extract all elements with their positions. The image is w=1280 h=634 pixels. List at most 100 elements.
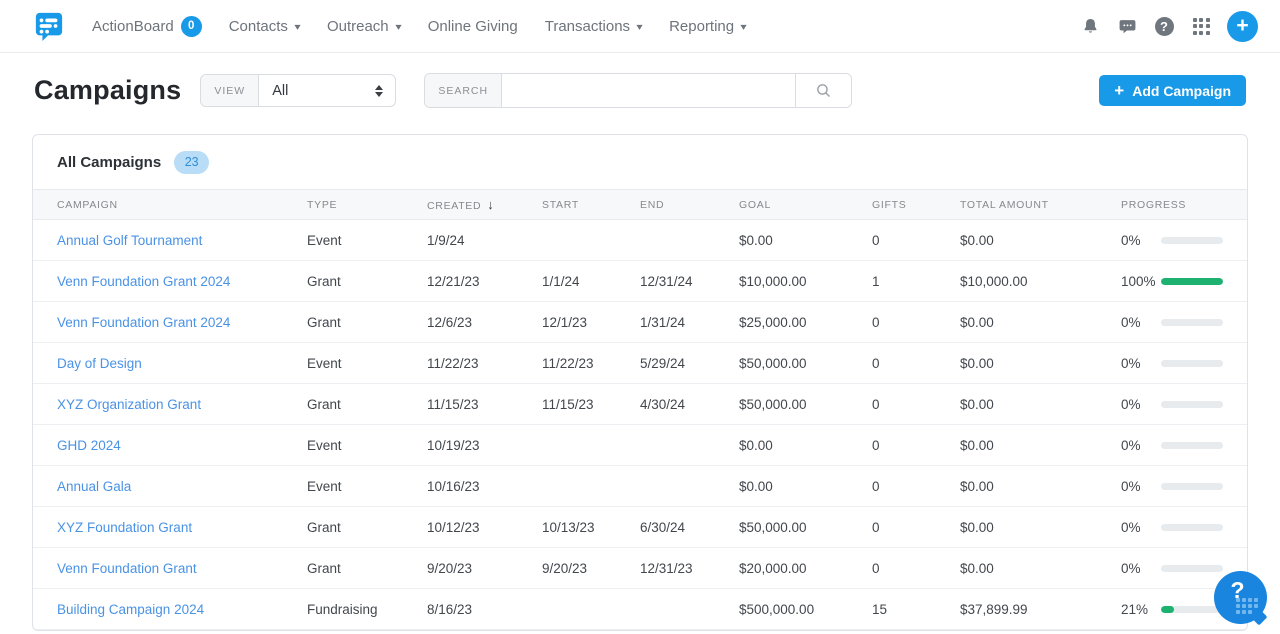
- total-amount-cell: $0.00: [950, 220, 1111, 261]
- end-cell: 12/31/23: [630, 548, 729, 589]
- created-cell: 1/9/24: [417, 220, 532, 261]
- bell-icon: [1081, 17, 1100, 36]
- nav-contacts-label: Contacts: [229, 18, 288, 35]
- campaign-cell: Annual Golf Tournament: [33, 220, 297, 261]
- help-launcher-button[interactable]: ?: [1214, 571, 1267, 624]
- progress-percent: 21%: [1121, 602, 1161, 617]
- progress-bar-track: [1161, 524, 1223, 531]
- column-header-end[interactable]: END: [630, 190, 729, 220]
- gifts-cell: 0: [862, 220, 950, 261]
- view-selected-value: All: [272, 83, 288, 99]
- nav-transactions[interactable]: Transactions ▾: [545, 18, 642, 35]
- campaigns-panel: All Campaigns 23 CAMPAIGN TYPE CREATED↓ …: [32, 134, 1248, 631]
- progress-percent: 0%: [1121, 520, 1161, 535]
- question-mark-icon: ?: [1214, 577, 1261, 604]
- progress-bar-track: [1161, 442, 1223, 449]
- column-header-type[interactable]: TYPE: [297, 190, 417, 220]
- notifications-button[interactable]: [1079, 15, 1101, 37]
- plus-icon: +: [1114, 82, 1124, 99]
- progress-cell: 0%: [1111, 507, 1248, 548]
- goal-cell: $50,000.00: [729, 507, 862, 548]
- search-group: SEARCH: [424, 73, 852, 108]
- column-header-total-amount[interactable]: TOTAL AMOUNT: [950, 190, 1111, 220]
- table-row: Annual Golf Tournament Event 1/9/24 $0.0…: [33, 220, 1248, 261]
- search-label: SEARCH: [425, 74, 502, 107]
- table-header-row: CAMPAIGN TYPE CREATED↓ START END GOAL GI…: [33, 190, 1248, 220]
- created-cell: 10/19/23: [417, 425, 532, 466]
- progress-cell: 0%: [1111, 302, 1248, 343]
- table-row: XYZ Foundation Grant Grant 10/12/23 10/1…: [33, 507, 1248, 548]
- chat-bubble-icon: [1118, 17, 1137, 36]
- progress-percent: 0%: [1121, 315, 1161, 330]
- page-title: Campaigns: [34, 75, 181, 106]
- campaign-link[interactable]: Building Campaign 2024: [57, 602, 204, 617]
- nav-actionboard-label: ActionBoard: [92, 18, 174, 35]
- progress-cell: 100%: [1111, 261, 1248, 302]
- campaign-cell: XYZ Foundation Grant: [33, 507, 297, 548]
- nav-online-giving-label: Online Giving: [428, 18, 518, 35]
- search-input[interactable]: [502, 74, 795, 107]
- type-cell: Event: [297, 466, 417, 507]
- type-cell: Grant: [297, 261, 417, 302]
- start-cell: [532, 466, 630, 507]
- campaign-link[interactable]: Venn Foundation Grant 2024: [57, 315, 230, 330]
- nav-transactions-label: Transactions: [545, 18, 630, 35]
- gifts-cell: 0: [862, 425, 950, 466]
- progress-bar-fill: [1161, 278, 1223, 285]
- created-cell: 10/16/23: [417, 466, 532, 507]
- table-row: Venn Foundation Grant 2024 Grant 12/6/23…: [33, 302, 1248, 343]
- column-header-gifts[interactable]: GIFTS: [862, 190, 950, 220]
- column-header-campaign[interactable]: CAMPAIGN: [33, 190, 297, 220]
- campaign-link[interactable]: XYZ Foundation Grant: [57, 520, 192, 535]
- type-cell: Grant: [297, 507, 417, 548]
- progress-percent: 0%: [1121, 356, 1161, 371]
- chevron-down-icon: ▾: [636, 22, 642, 33]
- nav-outreach[interactable]: Outreach ▾: [327, 18, 401, 35]
- question-mark-icon: ?: [1155, 17, 1174, 36]
- column-header-created[interactable]: CREATED↓: [417, 190, 532, 220]
- table-row: Building Campaign 2024 Fundraising 8/16/…: [33, 589, 1248, 630]
- end-cell: [630, 425, 729, 466]
- nav-actionboard[interactable]: ActionBoard 0: [92, 16, 202, 37]
- end-cell: 12/31/24: [630, 261, 729, 302]
- column-header-start[interactable]: START: [532, 190, 630, 220]
- top-nav: ActionBoard 0 Contacts ▾ Outreach ▾ Onli…: [0, 0, 1280, 53]
- campaign-cell: Building Campaign 2024: [33, 589, 297, 630]
- campaign-cell: Venn Foundation Grant 2024: [33, 261, 297, 302]
- campaign-cell: GHD 2024: [33, 425, 297, 466]
- start-cell: [532, 220, 630, 261]
- nav-contacts[interactable]: Contacts ▾: [229, 18, 300, 35]
- campaign-link[interactable]: GHD 2024: [57, 438, 121, 453]
- nav-utilities: ? +: [1079, 11, 1258, 42]
- apps-button[interactable]: [1190, 15, 1212, 37]
- search-submit-button[interactable]: [795, 74, 851, 107]
- campaign-link[interactable]: Venn Foundation Grant: [57, 561, 197, 576]
- total-amount-cell: $0.00: [950, 548, 1111, 589]
- campaign-link[interactable]: Annual Gala: [57, 479, 131, 494]
- nav-reporting[interactable]: Reporting ▾: [669, 18, 746, 35]
- column-header-goal[interactable]: GOAL: [729, 190, 862, 220]
- help-button[interactable]: ?: [1153, 15, 1175, 37]
- start-cell: 9/20/23: [532, 548, 630, 589]
- start-cell: [532, 589, 630, 630]
- progress-bar-track: [1161, 319, 1223, 326]
- start-cell: [532, 425, 630, 466]
- column-header-progress[interactable]: PROGRESS: [1111, 190, 1248, 220]
- app-logo[interactable]: [34, 11, 64, 41]
- end-cell: [630, 466, 729, 507]
- type-cell: Fundraising: [297, 589, 417, 630]
- campaign-link[interactable]: Annual Golf Tournament: [57, 233, 202, 248]
- table-row: GHD 2024 Event 10/19/23 $0.00 0 $0.00 0%: [33, 425, 1248, 466]
- campaign-link[interactable]: XYZ Organization Grant: [57, 397, 201, 412]
- gifts-cell: 0: [862, 466, 950, 507]
- campaign-link[interactable]: Venn Foundation Grant 2024: [57, 274, 230, 289]
- nav-online-giving[interactable]: Online Giving: [428, 18, 518, 35]
- total-amount-cell: $0.00: [950, 507, 1111, 548]
- campaign-link[interactable]: Day of Design: [57, 356, 142, 371]
- view-select[interactable]: VIEW All: [200, 74, 396, 107]
- progress-percent: 0%: [1121, 438, 1161, 453]
- quick-add-button[interactable]: +: [1227, 11, 1258, 42]
- add-campaign-button[interactable]: + Add Campaign: [1099, 75, 1246, 106]
- gifts-cell: 0: [862, 384, 950, 425]
- chat-button[interactable]: [1116, 15, 1138, 37]
